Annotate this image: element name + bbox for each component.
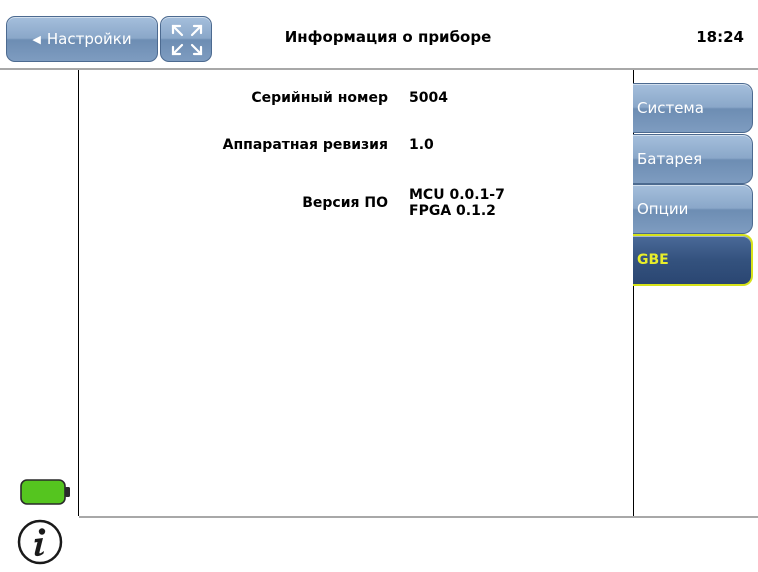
tab-gbe-label: GBE (637, 252, 669, 268)
battery-icon (20, 479, 70, 505)
page-title: Информация о приборе (284, 28, 492, 46)
tab-options[interactable]: Опции (633, 184, 753, 234)
bottom-divider (79, 516, 758, 518)
header-bar: ◀ Настройки Информация о приборе 18:24 (0, 0, 758, 68)
serial-value: 5004 (409, 90, 448, 106)
tab-battery[interactable]: Батарея (633, 134, 753, 184)
fullscreen-button[interactable] (160, 16, 212, 62)
hw-revision-value: 1.0 (409, 137, 434, 153)
sw-fpga-version: FPGA 0.1.2 (409, 203, 496, 219)
device-info-panel: Серийный номер 5004 Аппаратная ревизия 1… (79, 70, 633, 516)
back-button[interactable]: ◀ Настройки (6, 16, 158, 62)
serial-label: Серийный номер (251, 90, 388, 106)
tab-gbe[interactable]: GBE (633, 234, 753, 286)
info-icon[interactable] (16, 518, 64, 566)
tab-options-label: Опции (637, 200, 689, 218)
back-arrow-icon: ◀ (32, 32, 41, 46)
expand-icon (171, 24, 203, 56)
tab-system[interactable]: Система (633, 83, 753, 133)
sw-mcu-version: MCU 0.0.1-7 (409, 187, 505, 203)
back-button-label: Настройки (46, 30, 132, 48)
sw-version-label: Версия ПО (302, 195, 388, 211)
hw-revision-label: Аппаратная ревизия (222, 137, 388, 153)
tab-system-label: Система (637, 99, 704, 117)
clock: 18:24 (696, 28, 744, 46)
tab-battery-label: Батарея (637, 150, 703, 168)
